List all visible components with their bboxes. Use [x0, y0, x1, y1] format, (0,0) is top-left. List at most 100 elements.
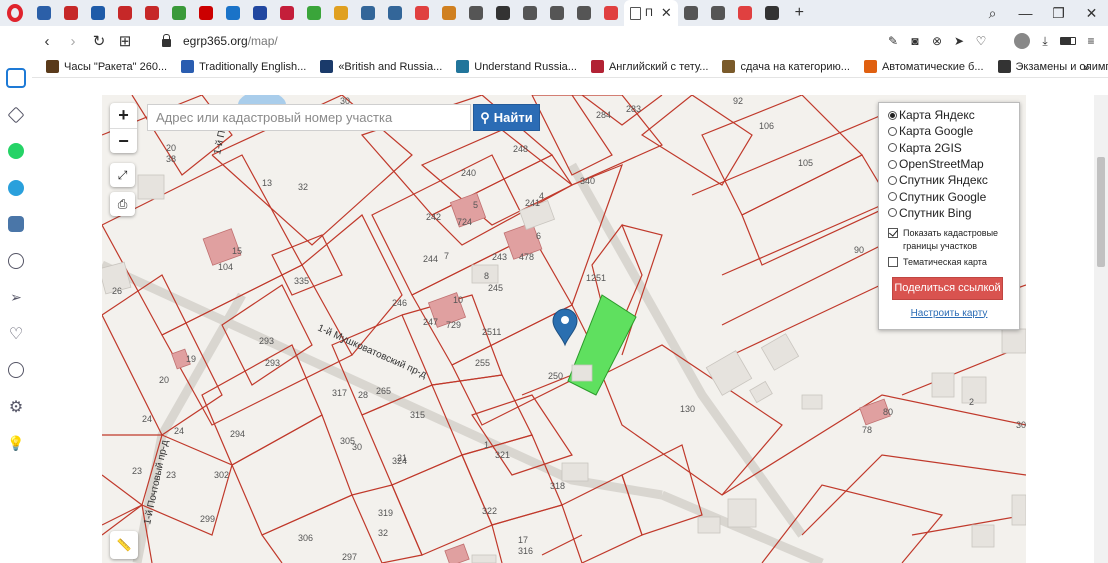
sidebar-favorites[interactable]: ♡ [0, 316, 32, 353]
scrollbar-thumb[interactable] [1097, 157, 1105, 267]
bookmark-item[interactable]: Understand Russia... [456, 60, 577, 73]
lock-icon[interactable] [162, 34, 171, 47]
tab-favicon[interactable] [327, 0, 354, 26]
sidebar-telegram[interactable] [0, 170, 32, 207]
tabs-grid-icon[interactable]: ⊞ [112, 26, 138, 56]
cadastral-checkbox[interactable] [888, 228, 898, 239]
send-icon[interactable]: ➤ [952, 34, 966, 48]
tab-favicon[interactable] [111, 0, 138, 26]
radio-button[interactable] [888, 192, 897, 202]
tab-active[interactable]: П ✕ [624, 0, 678, 26]
bookmark-item[interactable]: Traditionally English... [181, 60, 306, 73]
ruler-button[interactable]: 📏 [110, 531, 138, 559]
tab-favicon[interactable] [570, 0, 597, 26]
close-tab-icon[interactable]: ✕ [661, 5, 672, 21]
tab-favicon[interactable] [462, 0, 489, 26]
bookmark-item[interactable]: Часы "Ракета" 260... [46, 60, 167, 73]
tab-favicon[interactable] [300, 0, 327, 26]
search-input[interactable] [147, 104, 471, 131]
tab-favicon[interactable] [543, 0, 570, 26]
configure-map-link[interactable]: Настроить карту [888, 308, 1010, 319]
radio-button[interactable] [888, 208, 897, 218]
map-type-option[interactable]: Карта Яндекс [888, 107, 1019, 123]
tab-favicon[interactable] [516, 0, 543, 26]
bookmark-item[interactable]: сдача на категорию... [722, 60, 850, 73]
bookmarks-more-icon[interactable]: » [1083, 60, 1090, 74]
camera-icon[interactable]: ◙ [908, 34, 922, 48]
map-view[interactable]: 3023928428392106105203824834024013322414… [102, 95, 1026, 563]
edit-icon[interactable]: ✎ [886, 34, 900, 48]
radio-button[interactable] [888, 126, 897, 136]
tab-favicon[interactable] [219, 0, 246, 26]
close-window-icon[interactable]: ✕ [1075, 0, 1108, 26]
search-button[interactable]: ⚲ Найти [473, 104, 540, 131]
map-type-option[interactable]: Карта Google [888, 123, 1019, 139]
zoom-out-button[interactable]: − [110, 128, 137, 153]
download-icon[interactable]: ⤓ [1038, 34, 1052, 48]
fullscreen-button[interactable]: ⤢ [110, 163, 135, 187]
bookmark-item[interactable]: Автоматические б... [863, 60, 984, 73]
heart-icon[interactable]: ♡ [974, 34, 988, 48]
thematic-checkbox[interactable] [888, 257, 898, 268]
sidebar-player[interactable] [0, 243, 32, 280]
map-type-option[interactable]: Спутник Яндекс [888, 172, 1019, 188]
opera-menu-icon[interactable] [0, 0, 30, 26]
tab-favicon[interactable] [408, 0, 435, 26]
bookmark-item[interactable]: Английский с тету... [590, 60, 708, 73]
reload-icon[interactable]: ↻ [86, 26, 112, 56]
tab-favicon[interactable] [705, 0, 732, 26]
tab-favicon[interactable] [759, 0, 786, 26]
tab-favicon[interactable] [354, 0, 381, 26]
tab-favicon[interactable] [165, 0, 192, 26]
radio-button[interactable] [888, 110, 897, 120]
print-button[interactable]: ⎙ [110, 192, 135, 216]
search-tabs-icon[interactable]: ⌕ [976, 0, 1009, 26]
tab-favicon[interactable] [435, 0, 462, 26]
map-type-option[interactable]: Спутник Google [888, 188, 1019, 204]
bookmark-item[interactable]: «British and Russia... [320, 60, 442, 73]
adblock-icon[interactable]: ⊗ [930, 34, 944, 48]
sidebar-history[interactable] [0, 352, 32, 389]
tab-favicon[interactable] [138, 0, 165, 26]
tab-favicon[interactable] [678, 0, 705, 26]
menu-icon[interactable]: ≡ [1084, 34, 1098, 48]
zoom-in-button[interactable]: + [110, 103, 137, 128]
sidebar-vk[interactable] [0, 206, 32, 243]
bookmark-item[interactable]: Экзамены и олимп... [997, 60, 1108, 73]
profile-avatar-icon[interactable] [1014, 33, 1030, 49]
tab-favicon[interactable] [57, 0, 84, 26]
url-field[interactable]: egrp365.org/map/ [183, 34, 278, 48]
parcel-number-label: 317 [332, 388, 347, 398]
sidebar-home[interactable] [0, 60, 32, 97]
tab-favicon[interactable] [192, 0, 219, 26]
battery-icon[interactable] [1060, 37, 1076, 45]
minimize-icon[interactable]: — [1009, 0, 1042, 26]
sidebar-speed-dial[interactable] [0, 97, 32, 134]
tab-favicon[interactable] [246, 0, 273, 26]
cadastral-toggle[interactable]: Показать кадастровые границы участков [888, 227, 1019, 252]
tab-favicon[interactable] [381, 0, 408, 26]
maximize-icon[interactable]: ❐ [1042, 0, 1075, 26]
map-type-option[interactable]: OpenStreetMap [888, 156, 1019, 172]
sidebar-tips[interactable]: 💡 [0, 425, 32, 462]
tab-favicon[interactable] [273, 0, 300, 26]
map-type-option[interactable]: Спутник Bing [888, 205, 1019, 221]
page-scrollbar[interactable] [1094, 95, 1108, 563]
sidebar-send[interactable]: ➢ [0, 279, 32, 316]
thematic-toggle[interactable]: Тематическая карта [888, 256, 1019, 269]
sidebar-whatsapp[interactable] [0, 133, 32, 170]
new-tab-icon[interactable]: + [786, 0, 813, 26]
radio-button[interactable] [888, 159, 897, 169]
tab-favicon[interactable] [732, 0, 759, 26]
radio-button[interactable] [888, 143, 897, 153]
forward-icon[interactable]: › [60, 26, 86, 56]
map-type-option[interactable]: Карта 2GIS [888, 140, 1019, 156]
radio-button[interactable] [888, 175, 897, 185]
tab-favicon[interactable] [489, 0, 516, 26]
tab-favicon[interactable] [84, 0, 111, 26]
sidebar-settings[interactable]: ⚙ [0, 389, 32, 426]
tab-favicon[interactable] [597, 0, 624, 26]
share-button[interactable]: Поделиться ссылкой [892, 276, 1003, 300]
tab-favicon[interactable] [30, 0, 57, 26]
back-icon[interactable]: ‹ [34, 26, 60, 56]
